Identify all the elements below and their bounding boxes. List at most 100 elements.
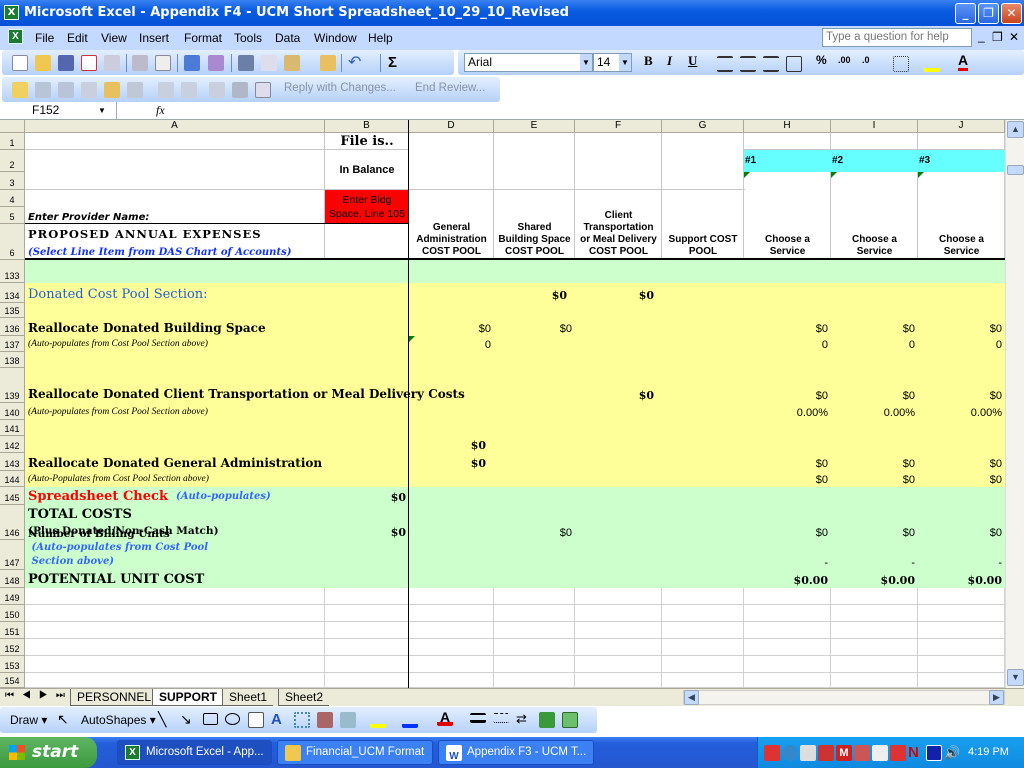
cell-j143[interactable]: $0 [918, 453, 1005, 471]
underline-button[interactable]: U [688, 53, 697, 69]
cell[interactable] [325, 656, 409, 673]
column-header-e[interactable]: E [494, 120, 575, 133]
insert-picture-icon[interactable] [340, 712, 356, 728]
row-header[interactable]: 143 [0, 453, 25, 471]
fill-color-icon[interactable] [924, 56, 940, 72]
row-header[interactable]: 136 [0, 318, 25, 336]
cell[interactable] [918, 605, 1005, 622]
update-icon[interactable] [782, 745, 798, 761]
cell[interactable] [575, 656, 662, 673]
oval-icon[interactable] [225, 713, 240, 725]
menu-edit[interactable]: Edit [67, 31, 88, 45]
cell-h139[interactable]: $0 [744, 368, 831, 403]
acrobat-icon[interactable] [764, 745, 780, 761]
merge-center-icon[interactable] [786, 56, 802, 72]
cell-j146[interactable]: $0 [918, 505, 1005, 540]
column-title-g[interactable]: Support COST POOL [662, 190, 744, 259]
cell[interactable] [325, 605, 409, 622]
cell[interactable] [662, 639, 744, 656]
cell-d137[interactable]: 0 [409, 336, 494, 352]
cell[interactable] [831, 588, 918, 605]
font-color-icon[interactable]: A [437, 710, 453, 726]
cell-j147[interactable]: - [918, 540, 1005, 570]
font-color-button[interactable]: A [958, 52, 969, 71]
select-all-button[interactable] [0, 120, 25, 133]
line-icon[interactable]: ╲ [158, 711, 166, 728]
cell[interactable] [325, 639, 409, 656]
close-button[interactable]: ✕ [1001, 3, 1022, 24]
cell-j139[interactable]: $0 [918, 368, 1005, 403]
row-header[interactable]: 144 [0, 471, 25, 487]
column-title-i[interactable]: Choose a Service [831, 190, 918, 259]
column-title-f[interactable]: Client Transportation or Meal Delivery C… [575, 190, 662, 259]
row-header[interactable]: 140 [0, 403, 25, 420]
column-header-b[interactable]: B [325, 120, 409, 133]
cell-h137[interactable]: 0 [744, 336, 831, 352]
taskbar-item-excel[interactable]: X Microsoft Excel - App... [117, 740, 272, 765]
cell[interactable] [918, 588, 1005, 605]
cell[interactable] [744, 622, 831, 639]
cell[interactable] [575, 588, 662, 605]
autoshapes-menu-button[interactable]: AutoShapes ▾ [81, 713, 156, 727]
new-icon[interactable] [12, 55, 28, 71]
cell[interactable] [744, 588, 831, 605]
cell[interactable] [831, 673, 918, 688]
menu-format[interactable]: Format [184, 31, 222, 45]
row-header[interactable]: 146 [0, 505, 25, 540]
cell[interactable] [831, 622, 918, 639]
row-header[interactable]: 154 [0, 673, 25, 688]
row-header[interactable]: 152 [0, 639, 25, 656]
row-header[interactable]: 134 [0, 283, 25, 303]
cell[interactable] [831, 656, 918, 673]
attach-icon[interactable] [255, 82, 271, 98]
horizontal-scrollbar[interactable]: ◀ ▶ [683, 690, 1005, 705]
print-icon[interactable] [132, 55, 148, 71]
cell[interactable] [325, 673, 409, 688]
row-header[interactable]: 145 [0, 487, 25, 505]
column-title-h[interactable]: Choose a Service [744, 190, 831, 259]
scroll-right-icon[interactable]: ▶ [989, 690, 1004, 705]
align-center-icon[interactable] [740, 56, 756, 72]
permission-icon[interactable] [81, 55, 97, 71]
font-size-select[interactable]: 14 ▼ [593, 53, 632, 72]
cell[interactable] [25, 656, 325, 673]
vertical-scrollbar[interactable]: ▲ ▼ [1005, 120, 1024, 688]
minimize-button[interactable]: _ [955, 3, 976, 24]
mcafee-icon[interactable]: M [836, 745, 852, 761]
help-search-input[interactable]: Type a question for help [822, 28, 972, 47]
cell[interactable] [662, 656, 744, 673]
cell-b146[interactable]: $0 [325, 505, 409, 540]
tray-app2-icon[interactable] [890, 745, 906, 761]
cell[interactable] [409, 639, 494, 656]
workbook-icon[interactable]: X [8, 29, 23, 44]
cell-i143[interactable]: $0 [831, 453, 918, 471]
chevron-down-icon[interactable]: ▼ [580, 54, 592, 71]
cell[interactable] [744, 639, 831, 656]
cell[interactable] [918, 639, 1005, 656]
row-header[interactable]: 153 [0, 656, 25, 673]
cell[interactable] [25, 605, 325, 622]
scroll-thumb[interactable] [1007, 165, 1024, 175]
cell[interactable] [325, 622, 409, 639]
cell-i140[interactable]: 0.00% [831, 403, 918, 420]
column-header-i[interactable]: I [831, 120, 918, 133]
tab-scroll-buttons[interactable]: ⏮◀▶⏭ [5, 690, 73, 701]
cell[interactable] [662, 605, 744, 622]
show-all-comments-icon[interactable] [104, 82, 120, 98]
norton-icon[interactable]: N [908, 745, 924, 761]
doc-restore-button[interactable]: ❐ [992, 30, 1003, 44]
row-header[interactable]: 3 [0, 172, 25, 190]
draw-menu-button[interactable]: Draw ▾ [10, 713, 47, 727]
cell-h140[interactable]: 0.00% [744, 403, 831, 420]
decrease-decimal-button[interactable]: .0 [862, 55, 870, 65]
font-name-select[interactable]: Arial ▼ [464, 53, 593, 72]
restore-button[interactable]: ❐ [978, 3, 999, 24]
line-color-icon[interactable] [402, 712, 418, 728]
cell[interactable] [575, 639, 662, 656]
shadow-style-icon[interactable] [539, 712, 555, 728]
cell-h148[interactable]: $0.00 [744, 570, 831, 588]
row-header[interactable]: 6 [0, 224, 25, 260]
cell[interactable] [918, 622, 1005, 639]
column-header-h[interactable]: H [744, 120, 831, 133]
menu-help[interactable]: Help [368, 31, 393, 45]
